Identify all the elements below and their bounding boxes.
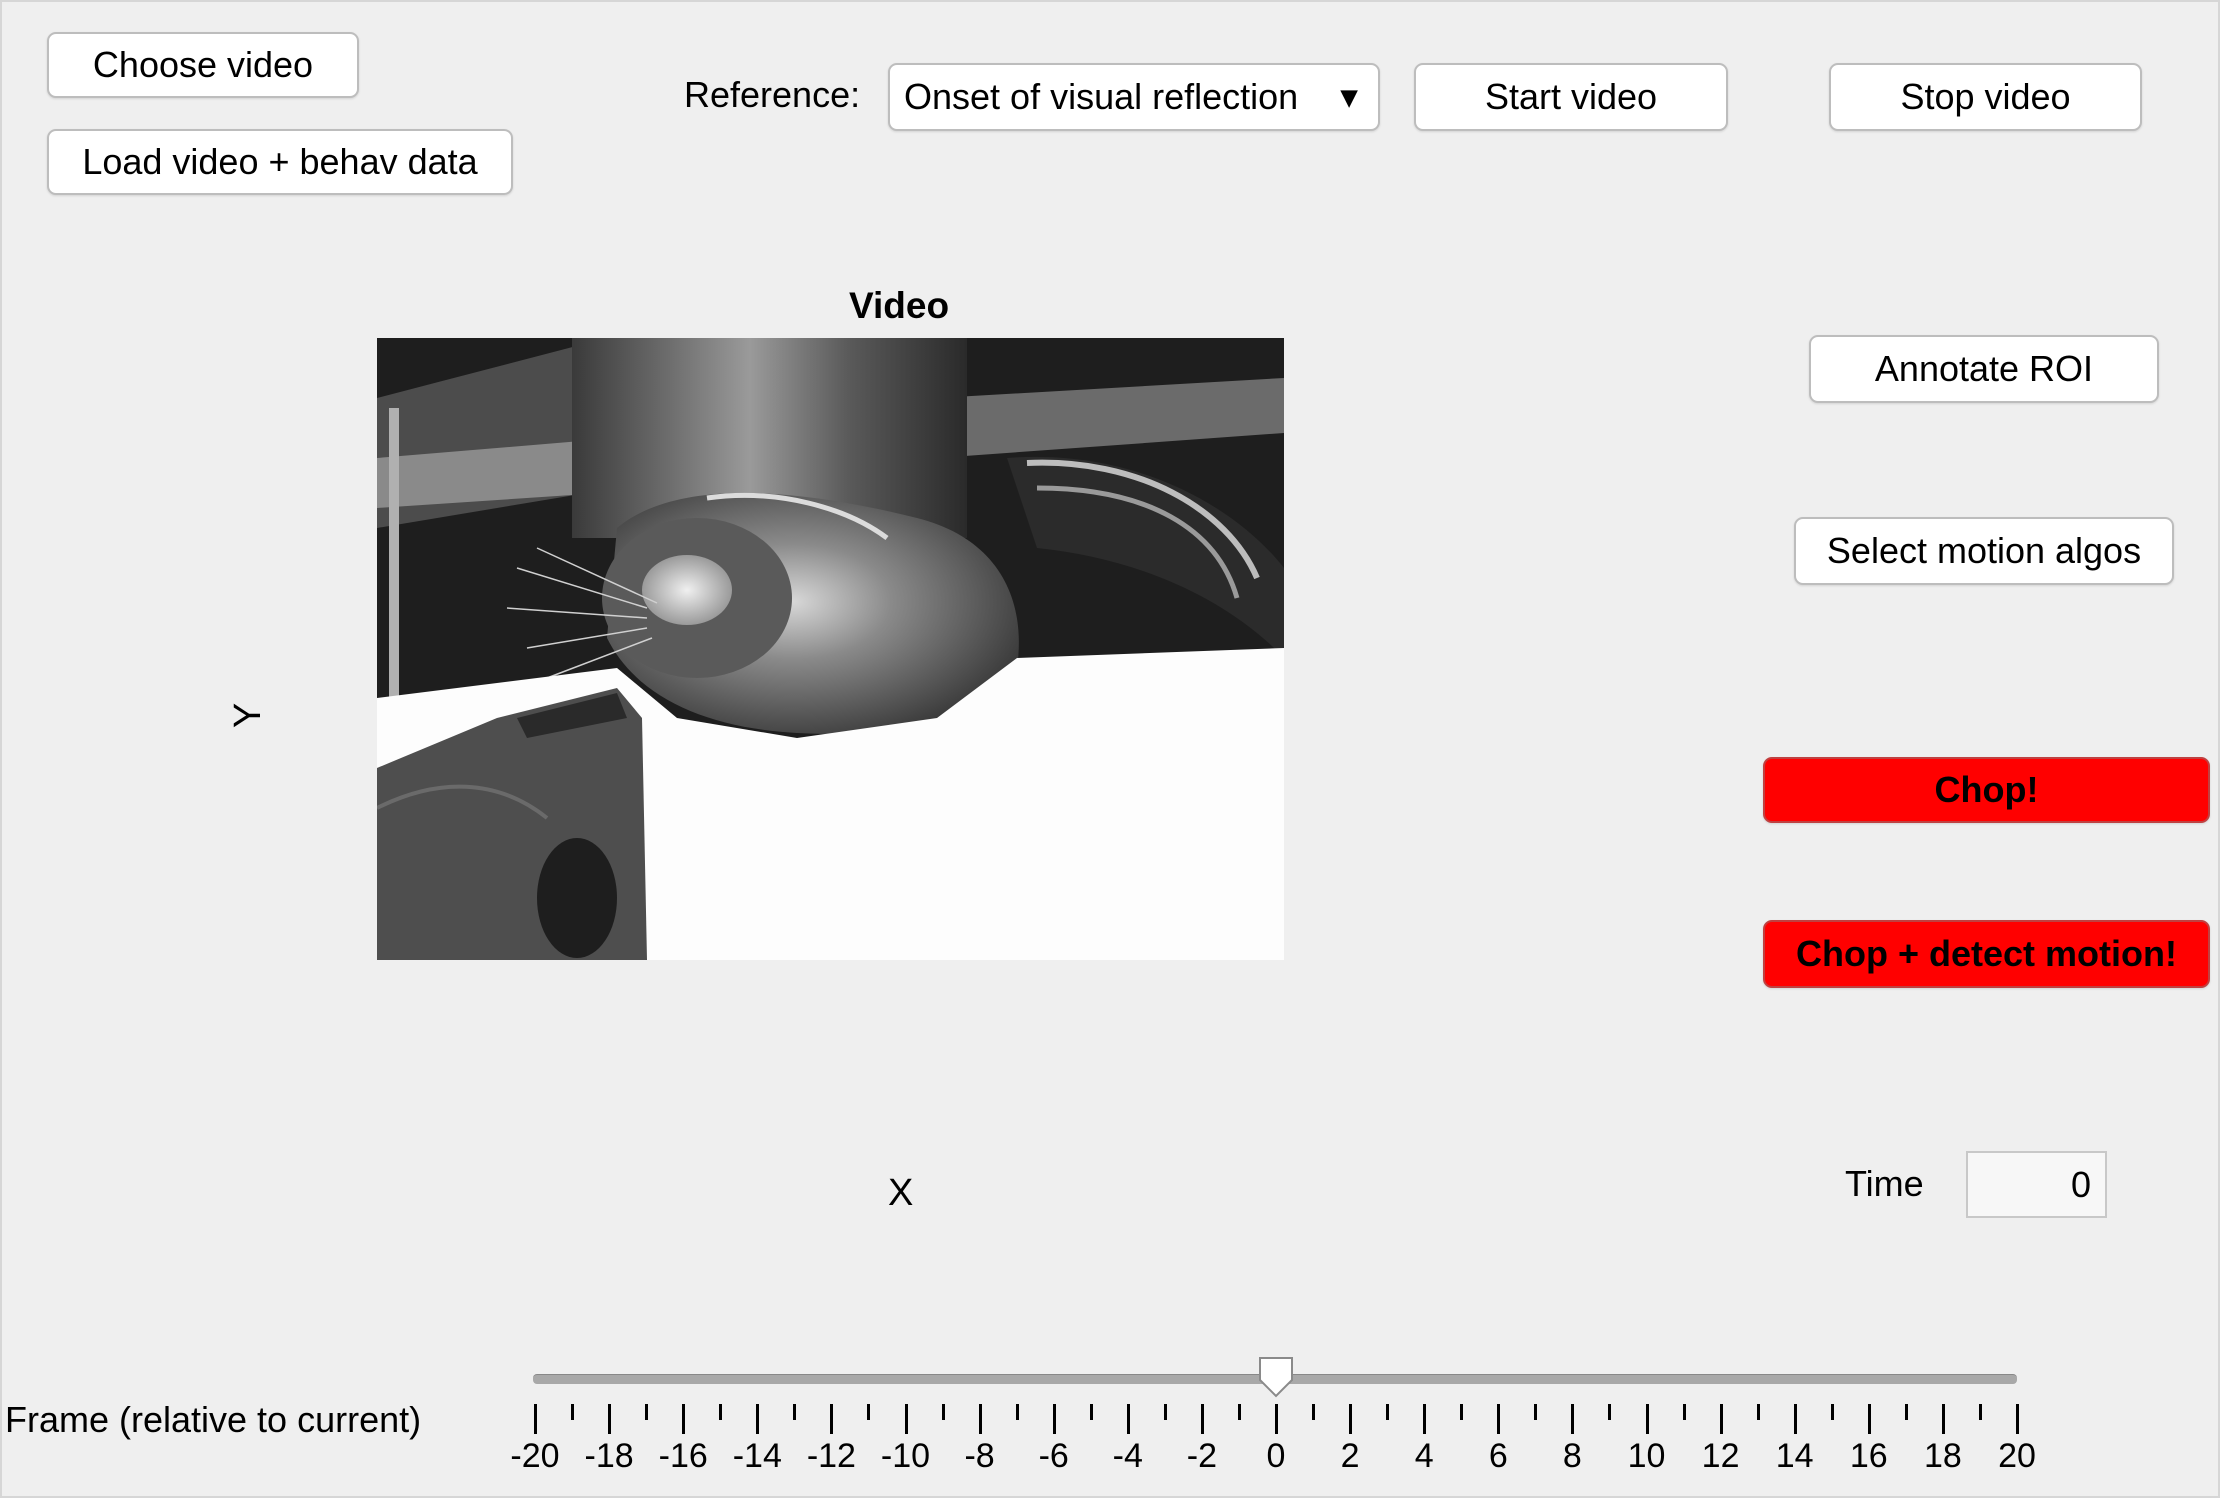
select-motion-algos-button[interactable]: Select motion algos (1794, 517, 2174, 585)
major-tick (904, 1404, 908, 1434)
major-tick (1571, 1404, 1575, 1434)
tick-label: -4 (1112, 1437, 1143, 1475)
major-tick (534, 1404, 537, 1434)
tick-label: -16 (658, 1437, 708, 1475)
tick-label: -12 (806, 1437, 856, 1475)
minor-tick (1608, 1404, 1612, 1420)
minor-tick (1756, 1404, 1760, 1420)
major-tick (1867, 1404, 1871, 1434)
minor-tick (1830, 1404, 1834, 1420)
mouse-video-frame-image (377, 338, 1284, 960)
tick-label: 12 (1701, 1437, 1740, 1475)
minor-tick (867, 1404, 871, 1420)
tick-label: -14 (732, 1437, 782, 1475)
tick-label: 0 (1266, 1437, 1286, 1475)
minor-tick (793, 1404, 797, 1420)
choose-video-button[interactable]: Choose video (47, 32, 359, 98)
stop-video-button[interactable]: Stop video (1829, 63, 2142, 131)
major-tick (978, 1404, 982, 1434)
reference-dropdown[interactable]: Onset of visual reflection ▼ (888, 63, 1380, 131)
time-input[interactable]: 0 (1966, 1151, 2107, 1218)
reference-selected-value: Onset of visual reflection (904, 76, 1299, 117)
minor-tick (645, 1404, 649, 1420)
tick-label: 10 (1627, 1437, 1666, 1475)
tick-label: 4 (1414, 1437, 1434, 1475)
major-tick (1497, 1404, 1501, 1434)
major-tick (756, 1404, 760, 1434)
minor-tick (571, 1404, 575, 1420)
tick-label: 18 (1923, 1437, 1962, 1475)
major-tick (1941, 1404, 1945, 1434)
major-tick (830, 1404, 834, 1434)
major-tick (608, 1404, 612, 1434)
major-tick (1200, 1404, 1204, 1434)
tick-label: -18 (584, 1437, 634, 1475)
tick-label: -10 (880, 1437, 931, 1475)
tick-label: 20 (1998, 1437, 2036, 1475)
time-label: Time (1845, 1163, 1924, 1204)
minor-tick (1089, 1404, 1093, 1420)
minor-tick (1534, 1404, 1538, 1420)
tick-label: -6 (1038, 1437, 1069, 1475)
major-tick (1793, 1404, 1797, 1434)
frame-slider-label: Frame (relative to current) (5, 1399, 422, 1440)
tick-label: -20 (510, 1437, 560, 1475)
minor-tick (1460, 1404, 1464, 1420)
minor-tick (1237, 1404, 1241, 1420)
tick-label: -2 (1186, 1437, 1218, 1475)
major-tick (682, 1404, 686, 1434)
major-tick (1126, 1404, 1130, 1434)
tick-label: 8 (1562, 1437, 1582, 1475)
frame-slider-thumb[interactable] (1258, 1356, 1294, 1398)
tick-label: -8 (964, 1437, 995, 1475)
tick-label: 2 (1340, 1437, 1360, 1475)
start-video-button[interactable]: Start video (1414, 63, 1728, 131)
major-tick (1275, 1404, 1278, 1434)
major-tick (2016, 1404, 2019, 1434)
reference-label: Reference: (684, 74, 861, 115)
major-tick (1423, 1404, 1427, 1434)
minor-tick (1312, 1404, 1316, 1420)
load-video-behav-button[interactable]: Load video + behav data (47, 129, 513, 195)
minor-tick (1682, 1404, 1686, 1420)
major-tick (1645, 1404, 1649, 1434)
minor-tick (719, 1404, 723, 1420)
minor-tick (1904, 1404, 1908, 1420)
chop-button[interactable]: Chop! (1763, 757, 2210, 823)
y-axis-label: Y (227, 702, 270, 729)
video-title: Video (849, 285, 950, 326)
minor-tick (1978, 1404, 1982, 1420)
major-tick (1052, 1404, 1056, 1434)
minor-tick (1015, 1404, 1019, 1420)
minor-tick (1163, 1404, 1167, 1420)
tick-label: 16 (1849, 1437, 1888, 1475)
x-axis-label: X (888, 1172, 914, 1214)
tick-label: 14 (1775, 1437, 1814, 1475)
minor-tick (941, 1404, 945, 1420)
video-frame (377, 338, 1284, 960)
major-tick (1719, 1404, 1723, 1434)
chop-detect-motion-button[interactable]: Chop + detect motion! (1763, 920, 2210, 988)
triangle-down-icon: ▼ (1334, 81, 1364, 115)
annotate-roi-button[interactable]: Annotate ROI (1809, 335, 2159, 403)
tick-label: 6 (1488, 1437, 1508, 1475)
minor-tick (1386, 1404, 1390, 1420)
major-tick (1349, 1404, 1353, 1434)
